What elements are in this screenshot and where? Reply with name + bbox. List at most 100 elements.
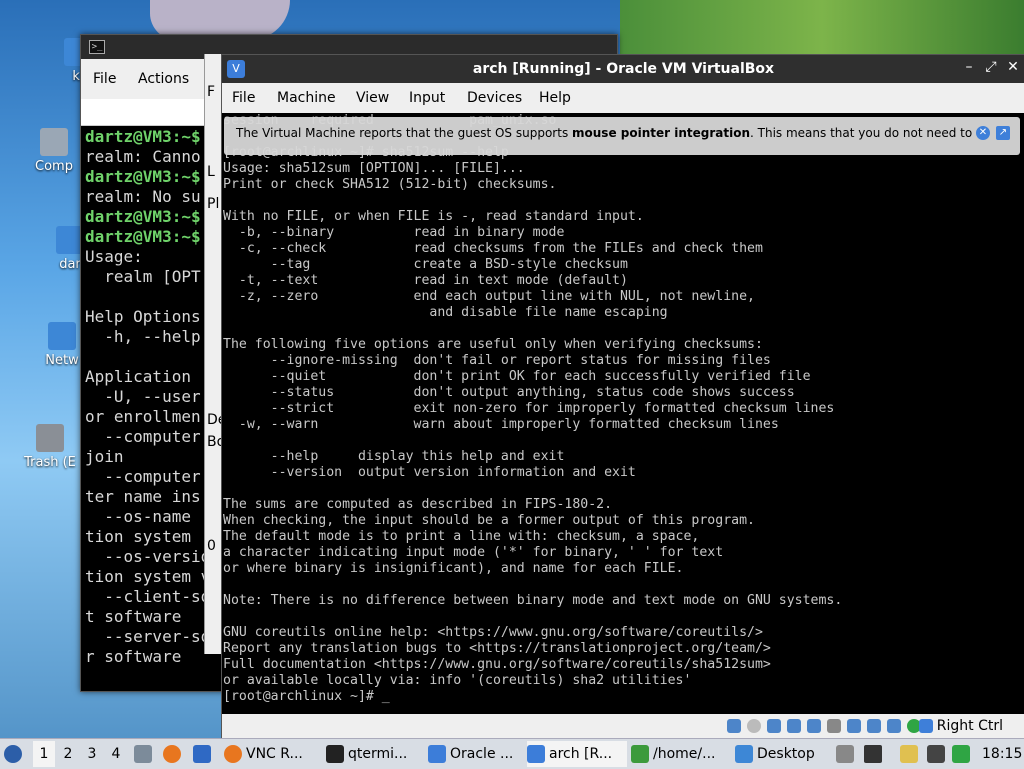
terminal-line: realm [OPT: [85, 267, 201, 286]
task-oracle[interactable]: Oracle ...: [428, 741, 524, 767]
start-menu-button[interactable]: [4, 741, 28, 767]
quicklaunch-desktop[interactable]: [193, 741, 215, 767]
computer-icon: [40, 128, 68, 156]
terminal-line: dartz@VM3:~$: [85, 127, 205, 147]
virtualbox-window[interactable]: V arch [Running] - Oracle VM VirtualBox …: [221, 54, 1024, 740]
clipboard-icon: [900, 745, 918, 763]
menu-devices[interactable]: Devices: [467, 90, 522, 106]
fm-fragment: 0: [207, 538, 216, 554]
terminal-line: -U, --user: [85, 387, 201, 406]
task-qterminal[interactable]: qtermi...: [326, 741, 422, 767]
terminal-line: --server-sof: [104, 627, 205, 646]
network-icon[interactable]: [787, 719, 801, 733]
terminal-line: tion system ve: [85, 567, 205, 586]
lxqt-menu-icon: [4, 745, 22, 763]
console-line: or where binary is insignificant), and n…: [223, 561, 684, 576]
console-line: Full documentation <https://www.gnu.org/…: [223, 657, 771, 672]
terminal-line: realm: Canno: [85, 147, 201, 166]
recording-icon[interactable]: [867, 719, 881, 733]
audio-icon[interactable]: [767, 719, 781, 733]
console-line: Note: There is no difference between bin…: [223, 593, 843, 608]
console-line: -c, --check read checksums from the FILE…: [223, 241, 763, 256]
console-line: --help display this help and exit: [223, 449, 565, 464]
workspace-1[interactable]: 1: [33, 741, 55, 767]
quicklaunch-firefox[interactable]: [163, 741, 185, 767]
task-arch-vm[interactable]: arch [R...: [527, 741, 627, 767]
vm-console-output[interactable]: session required pam_unix.so [root@archl…: [223, 113, 842, 705]
shell-prompt: dartz@VM3:~$: [85, 127, 201, 146]
terminal-line: Application: [85, 367, 191, 386]
virtualbox-titlebar[interactable]: V arch [Running] - Oracle VM VirtualBox …: [222, 55, 1024, 83]
host-key-label[interactable]: Right Ctrl: [937, 718, 1003, 734]
close-notice-icon[interactable]: ✕: [976, 126, 990, 140]
console-line: --status don't output anything, status c…: [223, 385, 795, 400]
task-vnc[interactable]: VNC R...: [224, 741, 320, 767]
virtualbox-statusbar: Right Ctrl: [222, 714, 1024, 739]
terminal-line: dartz@VM3:~$: [85, 227, 205, 247]
tray-network[interactable]: [927, 741, 947, 767]
menu-view[interactable]: View: [356, 90, 389, 106]
console-line: --quiet don't print OK for each successf…: [223, 369, 811, 384]
trash-icon: [36, 424, 64, 452]
desktop-icon-trash[interactable]: Trash (E: [18, 424, 82, 470]
terminal-line: dartz@VM3:~$: [85, 167, 205, 187]
console-line: Usage: sha512sum [OPTION]... [FILE]...: [223, 161, 525, 176]
terminal-line: --client-sof: [104, 587, 205, 606]
console-line: -b, --binary read in binary mode: [223, 225, 565, 240]
maximize-icon[interactable]: ⤢: [982, 59, 1000, 75]
hard-disk-icon[interactable]: [727, 719, 741, 733]
clock[interactable]: 18:15: [982, 741, 1022, 767]
mouse-integration-icon[interactable]: ↗: [996, 126, 1010, 140]
qterminal-tab-strip[interactable]: [81, 99, 205, 126]
console-line: Report any translation bugs to <https://…: [223, 641, 771, 656]
tray-clipboard[interactable]: [900, 741, 920, 767]
close-icon[interactable]: ✕: [1004, 59, 1022, 75]
tray-volume[interactable]: [864, 741, 884, 767]
qterminal-menubar: File Actions: [81, 59, 205, 99]
menu-input[interactable]: Input: [409, 90, 445, 106]
cpu-icon[interactable]: [887, 719, 901, 733]
minimize-icon[interactable]: –: [960, 59, 978, 75]
firefox-icon: [163, 745, 181, 763]
menu-actions[interactable]: Actions: [138, 71, 189, 87]
workspace-3[interactable]: 3: [81, 741, 103, 767]
menu-machine[interactable]: Machine: [277, 90, 336, 106]
quicklaunch-files[interactable]: [134, 741, 156, 767]
network-icon: [927, 745, 945, 763]
desktop-icon-computer[interactable]: Comp: [22, 128, 86, 174]
vm-screen[interactable]: session required pam_unix.so [root@archl…: [222, 113, 1024, 714]
tray-updates[interactable]: [952, 741, 972, 767]
shell-prompt: dartz@VM3:~$: [85, 207, 201, 226]
virtualbox-menubar: File Machine View Input Devices Help: [222, 83, 1024, 113]
fm-fragment: F: [207, 84, 216, 100]
menu-file[interactable]: File: [93, 71, 116, 87]
qterminal-output[interactable]: dartz@VM3:~$ realm: Canno dartz@VM3:~$ real…: [85, 127, 205, 667]
menu-help[interactable]: Help: [539, 90, 571, 106]
mouse-integration-status-icon[interactable]: [919, 719, 933, 733]
file-manager-icon: [134, 745, 152, 763]
terminal-icon: >_: [89, 40, 105, 54]
firefox-icon: [224, 745, 242, 763]
folder-icon: [735, 745, 753, 763]
volume-icon: [864, 745, 882, 763]
console-line: GNU coreutils online help: <https://www.…: [223, 625, 763, 640]
console-line: When checking, the input should be a for…: [223, 513, 755, 528]
tray-monitor[interactable]: [836, 741, 856, 767]
display-icon[interactable]: [847, 719, 861, 733]
task-home-folder[interactable]: /home/...: [631, 741, 729, 767]
shared-folders-icon[interactable]: [827, 719, 841, 733]
terminal-line: dartz@VM3:~$: [85, 207, 205, 227]
task-desktop[interactable]: Desktop: [735, 741, 827, 767]
console-line: --ignore-missing don't fail or report st…: [223, 353, 771, 368]
menu-file[interactable]: File: [232, 90, 255, 106]
usb-icon[interactable]: [807, 719, 821, 733]
terminal-line: r software: [85, 647, 182, 666]
workspace-2[interactable]: 2: [57, 741, 79, 767]
optical-drive-icon[interactable]: [747, 719, 761, 733]
workspace-4[interactable]: 4: [105, 741, 127, 767]
virtualbox-icon: [428, 745, 446, 763]
console-line: -t, --text read in text mode (default): [223, 273, 628, 288]
